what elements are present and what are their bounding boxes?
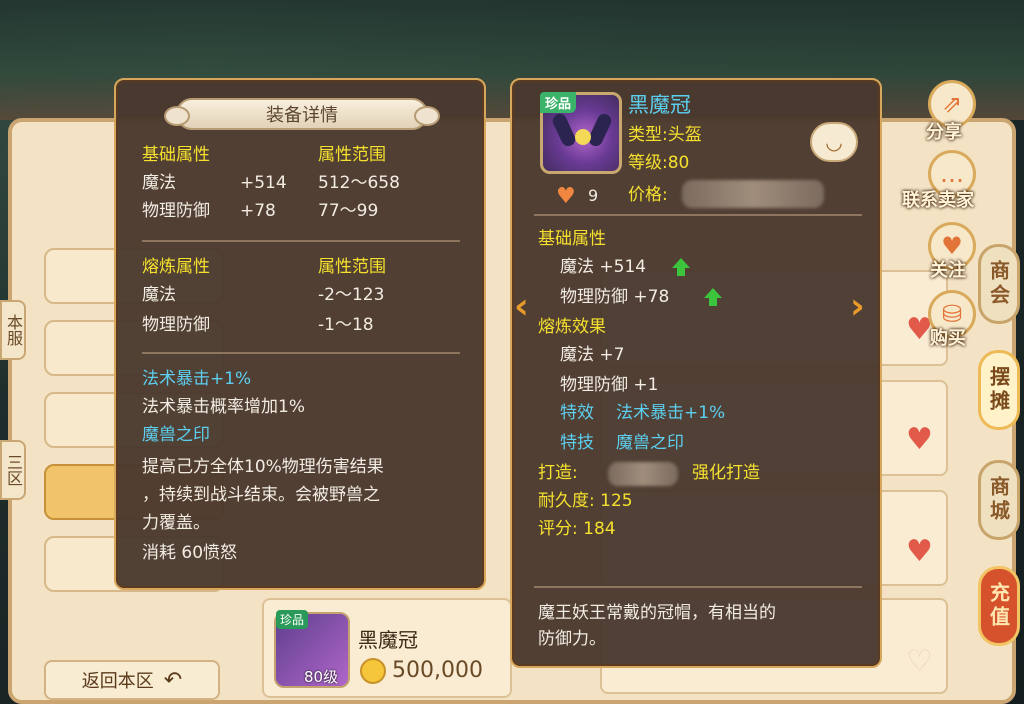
tab-recharge-label: 充值 [986, 582, 1011, 630]
like-heart-icon[interactable]: ♥ [556, 184, 576, 209]
stat-value: +514 [240, 173, 287, 193]
item-price-label: 价格: [628, 185, 668, 205]
tab-region-label: 三区 [4, 454, 23, 486]
item-info-panel: 珍品 黑魔冠 类型:头盔 等级:80 价格: ♥ 9 ◡ 基础属性 魔法 +51… [510, 78, 882, 668]
stat-value: +78 [240, 201, 276, 221]
description-line: 防御力。 [538, 629, 606, 649]
divider [534, 214, 862, 216]
base-attr-header: 基础属性 [142, 145, 210, 165]
special-effect-value: 法术暴击+1% [616, 403, 726, 423]
effect-title: 法术暴击+1% [142, 369, 252, 389]
detail-title: 装备详情 [266, 105, 338, 126]
smelt-stat-range: -1～18 [318, 315, 374, 335]
detail-title-banner: 装备详情 [164, 98, 440, 130]
forge-label: 打造: [538, 463, 578, 483]
description-line: 魔王妖王常戴的冠帽，有相当的 [538, 603, 776, 623]
smelt-stat-name: 物理防御 [142, 315, 210, 335]
heart-icon[interactable]: ♥ [906, 422, 933, 457]
equipment-detail-panel: 装备详情 基础属性 属性范围 魔法 +514 512～658 物理防御 +78 … [114, 78, 486, 590]
smelt-effect-header: 熔炼效果 [538, 317, 606, 337]
buy-label: 购买 [930, 328, 966, 349]
stat-up-arrow-icon [672, 258, 690, 276]
tab-mall-label: 商城 [986, 476, 1011, 524]
smelt-range-header: 属性范围 [318, 257, 386, 277]
item-description: 魔王妖王常戴的冠帽，有相当的 防御力。 [534, 586, 862, 656]
durability: 耐久度: 125 [538, 491, 633, 511]
tab-guild-shop-label: 商会 [986, 260, 1011, 308]
tab-server[interactable]: 本服 [0, 300, 26, 360]
smelt-stat-name: 魔法 [142, 285, 176, 305]
base-stat: 魔法 +514 [560, 257, 647, 277]
item-type: 类型:头盔 [628, 125, 702, 145]
bottom-list-item[interactable]: 珍品 80级 黑魔冠 500,000 [262, 598, 512, 698]
attr-range-header: 属性范围 [318, 145, 386, 165]
heart-icon[interactable]: ♥ [906, 534, 933, 569]
crown-gem [575, 129, 591, 145]
special-skill-label: 特技 [560, 433, 594, 453]
price-redacted [682, 180, 824, 208]
heart-outline-icon[interactable]: ♡ [906, 644, 933, 679]
divider [142, 352, 460, 354]
gold-coin-icon [360, 658, 386, 684]
prev-item-arrow-icon[interactable]: ‹ [514, 286, 529, 327]
eye-closed-icon[interactable]: ◡ [810, 122, 858, 162]
effect-description: 法术暴击概率增加1% [142, 397, 305, 417]
skill-description-line: ，持续到战斗结束。会被野兽之 [142, 485, 380, 505]
tab-stall[interactable]: 摆摊 [978, 350, 1020, 430]
tab-recharge[interactable]: 充值 [978, 566, 1020, 646]
stat-name: 魔法 [142, 173, 176, 193]
tab-server-label: 本服 [4, 314, 23, 346]
like-count: 9 [588, 186, 599, 205]
share-label: 分享 [926, 122, 962, 143]
crown-horn-right [586, 111, 614, 149]
item-level: 等级:80 [628, 153, 690, 173]
tab-stall-label: 摆摊 [986, 366, 1011, 414]
smelt-stat-range: -2～123 [318, 285, 385, 305]
skill-description-line: 力覆盖。 [142, 513, 210, 533]
return-arrow-icon: ↶ [163, 667, 183, 693]
base-stat: 物理防御 +78 [560, 287, 670, 307]
stat-up-arrow-icon [704, 288, 722, 306]
stat-range: 77～99 [318, 201, 379, 221]
back-button-label: 返回本区 [81, 671, 154, 692]
skill-description-line: 提高己方全体10%物理伤害结果 [142, 457, 384, 477]
stat-range: 512～658 [318, 173, 400, 193]
forge-tag: 强化打造 [692, 463, 760, 483]
rare-badge: 珍品 [540, 92, 577, 113]
tab-guild-shop[interactable]: 商会 [978, 244, 1020, 324]
score: 评分: 184 [538, 519, 616, 539]
special-skill-value: 魔兽之印 [616, 433, 684, 453]
forger-redacted [608, 462, 678, 486]
tab-mall[interactable]: 商城 [978, 460, 1020, 540]
contact-seller-label: 联系卖家 [902, 190, 974, 211]
smelt-attr-header: 熔炼属性 [142, 257, 210, 277]
skill-title: 魔兽之印 [142, 425, 210, 445]
back-to-region-button[interactable]: 返回本区 ↶ [44, 660, 220, 700]
skill-cost: 消耗 60愤怒 [142, 543, 238, 563]
smelt-stat: 物理防御 +1 [560, 375, 659, 395]
divider [142, 240, 460, 242]
stat-name: 物理防御 [142, 201, 210, 221]
item-name: 黑魔冠 [358, 628, 418, 652]
rare-badge: 珍品 [276, 610, 309, 629]
item-name: 黑魔冠 [628, 93, 691, 117]
base-attr-header: 基础属性 [538, 229, 606, 249]
smelt-stat: 魔法 +7 [560, 345, 625, 365]
tab-region[interactable]: 三区 [0, 440, 26, 500]
follow-label: 关注 [930, 260, 966, 281]
next-item-arrow-icon[interactable]: › [850, 286, 865, 327]
special-effect-label: 特效 [560, 403, 594, 423]
item-level: 80级 [304, 668, 339, 686]
item-price: 500,000 [392, 658, 483, 683]
crown-horn-left [550, 111, 578, 149]
